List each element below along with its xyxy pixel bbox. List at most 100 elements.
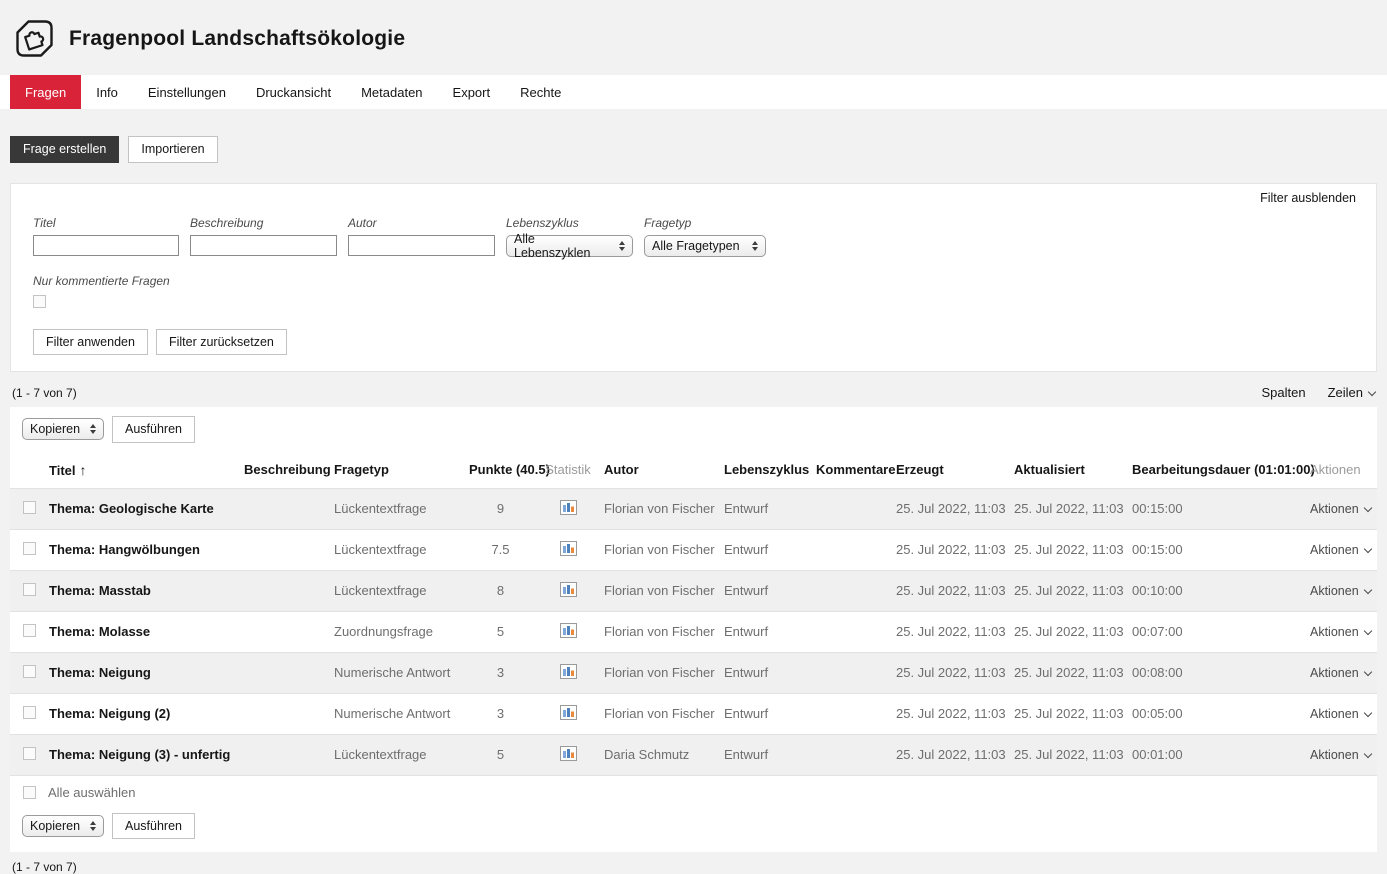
row-checkbox[interactable]: [23, 624, 36, 637]
tab-metadaten[interactable]: Metadaten: [346, 75, 437, 109]
cell-aktualisiert: 25. Jul 2022, 11:03: [1008, 652, 1126, 693]
filter-questiontype-value: Alle Fragetypen: [652, 239, 740, 253]
filter-questiontype-label: Fragetyp: [644, 216, 766, 230]
row-checkbox[interactable]: [23, 501, 36, 514]
tab-einstellungen[interactable]: Einstellungen: [133, 75, 241, 109]
row-actions-dropdown[interactable]: Aktionen: [1304, 529, 1377, 570]
row-actions-dropdown[interactable]: Aktionen: [1304, 693, 1377, 734]
import-button[interactable]: Importieren: [128, 136, 217, 163]
cell-statistik[interactable]: [538, 652, 598, 693]
header-checkbox-spacer: [10, 452, 43, 489]
question-table-row: Thema: Neigung (2) Numerische Antwort 3 …: [10, 693, 1377, 734]
row-checkbox[interactable]: [23, 583, 36, 596]
sort-ascending-arrow-icon[interactable]: ↑: [80, 462, 87, 478]
question-title-link[interactable]: Thema: Hangwölbungen: [43, 529, 238, 570]
filter-questiontype-select[interactable]: Alle Fragetypen: [644, 235, 766, 257]
filter-description-input[interactable]: [190, 235, 337, 256]
hide-filter-link[interactable]: Filter ausblenden: [1260, 191, 1356, 205]
bulk-action-select-top[interactable]: Kopieren: [22, 418, 104, 440]
commented-only-checkbox[interactable]: [33, 295, 46, 308]
tab-fragen[interactable]: Fragen: [10, 75, 81, 109]
execute-button-top[interactable]: Ausführen: [112, 416, 195, 443]
cell-statistik[interactable]: [538, 488, 598, 529]
bar-chart-icon[interactable]: [560, 541, 577, 556]
reset-filter-button[interactable]: Filter zurücksetzen: [156, 329, 287, 356]
tab-rechte[interactable]: Rechte: [505, 75, 576, 109]
filter-title-input[interactable]: [33, 235, 179, 256]
apply-filter-button[interactable]: Filter anwenden: [33, 329, 148, 356]
filter-lifecycle-select[interactable]: Alle Lebenszyklen: [506, 235, 633, 257]
cell-dauer: 00:10:00: [1126, 570, 1304, 611]
header-aktionen: Aktionen: [1304, 452, 1377, 489]
cell-dauer: 00:05:00: [1126, 693, 1304, 734]
cell-dauer: 00:15:00: [1126, 488, 1304, 529]
question-title-link[interactable]: Thema: Geologische Karte: [43, 488, 238, 529]
tab-bar: Fragen Info Einstellungen Druckansicht M…: [0, 75, 1387, 109]
row-checkbox[interactable]: [23, 706, 36, 719]
row-checkbox[interactable]: [23, 747, 36, 760]
header-kommentare[interactable]: Kommentare: [810, 452, 890, 489]
row-actions-dropdown[interactable]: Aktionen: [1304, 734, 1377, 775]
header-lebenszyklus[interactable]: Lebenszyklus: [718, 452, 810, 489]
select-updown-icon: [752, 241, 758, 251]
header-titel[interactable]: Titel↑: [43, 452, 238, 489]
cell-statistik[interactable]: [538, 611, 598, 652]
question-title-link[interactable]: Thema: Neigung: [43, 652, 238, 693]
cell-autor: Florian von Fischer: [598, 693, 718, 734]
select-all-checkbox[interactable]: [23, 786, 36, 799]
header-beschreibung[interactable]: Beschreibung: [238, 452, 328, 489]
bulk-controls-top: Kopieren Ausführen: [10, 416, 1377, 452]
columns-menu[interactable]: Spalten: [1261, 385, 1305, 400]
row-actions-dropdown[interactable]: Aktionen: [1304, 488, 1377, 529]
bar-chart-icon[interactable]: [560, 746, 577, 761]
bar-chart-icon[interactable]: [560, 705, 577, 720]
bar-chart-icon[interactable]: [560, 582, 577, 597]
cell-autor: Florian von Fischer: [598, 570, 718, 611]
row-checkbox[interactable]: [23, 542, 36, 555]
header-fragetyp[interactable]: Fragetyp: [328, 452, 463, 489]
row-checkbox[interactable]: [23, 665, 36, 678]
cell-punkte: 3: [463, 693, 538, 734]
header-erzeugt[interactable]: Erzeugt: [890, 452, 1008, 489]
bar-chart-icon[interactable]: [560, 500, 577, 515]
header-aktualisiert[interactable]: Aktualisiert: [1008, 452, 1126, 489]
cell-lebenszyklus: Entwurf: [718, 570, 810, 611]
row-actions-dropdown[interactable]: Aktionen: [1304, 652, 1377, 693]
cell-kommentare: [810, 693, 890, 734]
create-question-button[interactable]: Frage erstellen: [10, 136, 119, 163]
tab-druckansicht[interactable]: Druckansicht: [241, 75, 346, 109]
cell-aktualisiert: 25. Jul 2022, 11:03: [1008, 693, 1126, 734]
cell-autor: Florian von Fischer: [598, 611, 718, 652]
cell-beschreibung: [238, 488, 328, 529]
tab-info[interactable]: Info: [81, 75, 133, 109]
question-title-link[interactable]: Thema: Masstab: [43, 570, 238, 611]
question-title-link[interactable]: Thema: Neigung (2): [43, 693, 238, 734]
header-autor[interactable]: Autor: [598, 452, 718, 489]
question-table-row: Thema: Geologische Karte Lückentextfrage…: [10, 488, 1377, 529]
cell-statistik[interactable]: [538, 734, 598, 775]
filter-author-input[interactable]: [348, 235, 495, 256]
tab-export[interactable]: Export: [438, 75, 506, 109]
cell-statistik[interactable]: [538, 570, 598, 611]
cell-statistik[interactable]: [538, 529, 598, 570]
cell-fragetyp: Numerische Antwort: [328, 693, 463, 734]
bar-chart-icon[interactable]: [560, 664, 577, 679]
rows-menu[interactable]: Zeilen: [1328, 385, 1375, 400]
header-punkte[interactable]: Punkte (40.5): [463, 452, 538, 489]
bar-chart-icon[interactable]: [560, 623, 577, 638]
row-actions-dropdown[interactable]: Aktionen: [1304, 611, 1377, 652]
row-actions-dropdown[interactable]: Aktionen: [1304, 570, 1377, 611]
cell-fragetyp: Numerische Antwort: [328, 652, 463, 693]
cell-aktualisiert: 25. Jul 2022, 11:03: [1008, 611, 1126, 652]
execute-button-bottom[interactable]: Ausführen: [112, 813, 195, 840]
bulk-action-select-bottom[interactable]: Kopieren: [22, 815, 104, 837]
bulk-controls-bottom: Kopieren Ausführen: [10, 809, 1377, 853]
cell-autor: Florian von Fischer: [598, 529, 718, 570]
header-bearbeitungsdauer[interactable]: Bearbeitungsdauer (01:01:00): [1126, 452, 1304, 489]
cell-fragetyp: Lückentextfrage: [328, 529, 463, 570]
question-title-link[interactable]: Thema: Molasse: [43, 611, 238, 652]
cell-statistik[interactable]: [538, 693, 598, 734]
question-title-link[interactable]: Thema: Neigung (3) - unfertig: [43, 734, 238, 775]
question-table-row: Thema: Neigung Numerische Antwort 3 Flor…: [10, 652, 1377, 693]
cell-erzeugt: 25. Jul 2022, 11:03: [890, 734, 1008, 775]
